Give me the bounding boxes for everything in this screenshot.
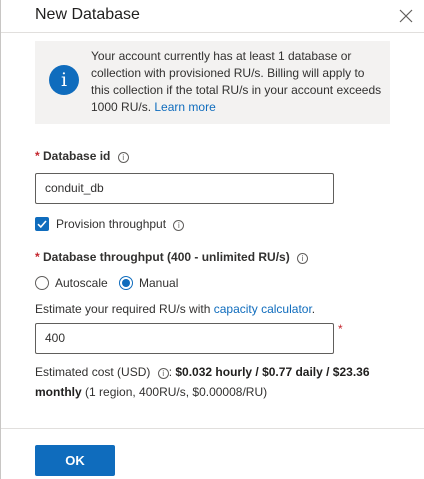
estimate-hint: Estimate your required RU/s with capacit…	[35, 302, 315, 316]
info-tooltip-icon[interactable]: i	[157, 368, 169, 379]
manual-label: Manual	[139, 276, 179, 290]
learn-more-link[interactable]: Learn more	[154, 100, 215, 114]
autoscale-radio[interactable]	[35, 276, 49, 290]
database-throughput-label-text: Database throughput (400 - unlimited RU/…	[43, 250, 290, 264]
autoscale-label: Autoscale	[55, 276, 108, 290]
panel-title: New Database	[35, 6, 140, 23]
estimate-prefix: Estimate your required RU/s with	[35, 302, 214, 316]
provision-throughput-checkbox[interactable]	[35, 217, 49, 231]
info-tooltip-icon[interactable]: i	[297, 253, 309, 264]
manual-radio[interactable]	[119, 276, 133, 290]
panel-footer: OK	[1, 428, 424, 479]
required-marker: *	[35, 250, 40, 264]
info-message-text: Your account currently has at least 1 da…	[91, 49, 382, 114]
info-message: Your account currently has at least 1 da…	[91, 48, 383, 116]
estimated-cost: Estimated cost (USD) i: $0.032 hourly / …	[35, 365, 370, 399]
provision-throughput-label-text: Provision throughput	[56, 217, 167, 231]
provision-throughput-label: Provision throughput i	[56, 217, 185, 231]
required-marker: *	[35, 149, 40, 163]
info-icon: i	[49, 65, 79, 95]
database-id-input[interactable]: conduit_db	[35, 173, 334, 204]
throughput-input[interactable]: 400	[35, 323, 334, 354]
info-banner: i Your account currently has at least 1 …	[35, 41, 390, 124]
required-marker: *	[338, 322, 343, 336]
estimated-cost-label: Estimated cost (USD)	[35, 365, 151, 379]
ok-button[interactable]: OK	[35, 445, 115, 476]
panel-header: New Database	[1, 0, 424, 33]
info-tooltip-icon[interactable]: i	[173, 220, 185, 231]
estimated-cost-detail: (1 region, 400RU/s, $0.00008/RU)	[85, 385, 268, 399]
database-id-label-text: Database id	[43, 149, 111, 163]
database-id-label: * Database id i	[35, 149, 129, 163]
capacity-calculator-link[interactable]: capacity calculator	[214, 302, 312, 316]
database-throughput-label: * Database throughput (400 - unlimited R…	[35, 250, 309, 264]
new-database-panel: New Database i Your account currently ha…	[0, 0, 424, 479]
close-icon[interactable]	[399, 9, 413, 23]
estimate-suffix: .	[311, 302, 316, 316]
info-tooltip-icon[interactable]: i	[117, 152, 129, 163]
